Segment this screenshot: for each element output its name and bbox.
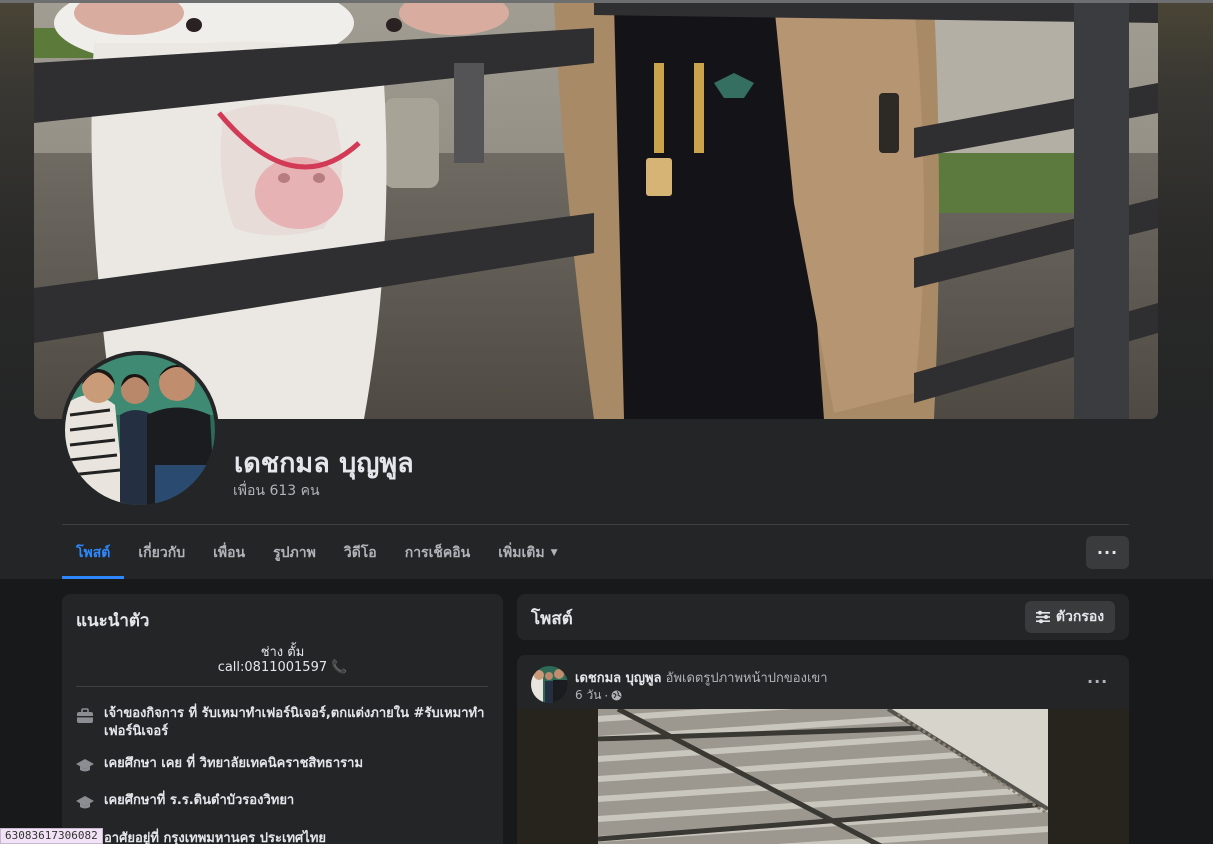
post-timestamp[interactable]: 6 วัน xyxy=(575,686,601,705)
tab-label: การเช็คอิน xyxy=(404,545,471,561)
tab-label: โพสต์ xyxy=(76,545,111,561)
caret-down-icon: ▼ xyxy=(550,548,558,558)
tab-label: วิดีโอ xyxy=(343,545,377,561)
post-meta: 6 วัน · xyxy=(575,686,622,705)
globe-icon xyxy=(611,690,622,701)
tab-photos[interactable]: รูปภาพ xyxy=(259,527,330,579)
meta-separator: · xyxy=(604,688,609,703)
tab-label: รูปภาพ xyxy=(273,545,316,561)
phone-icon: 📞 xyxy=(331,660,348,675)
posts-header: โพสต์ ตัวกรอง xyxy=(517,594,1129,640)
tab-friends[interactable]: เพื่อน xyxy=(199,527,259,579)
intro-divider xyxy=(76,686,488,687)
profile-name: เดชกมล บุญพูล xyxy=(234,448,414,479)
tab-label: เพื่อน xyxy=(213,545,246,561)
bio-phone-text: call:0811001597 xyxy=(217,660,328,675)
cover-photo[interactable] xyxy=(34,3,1158,419)
intro-item-education-2: เคยศึกษาที่ ร.ร.ดินดำบัวรองวิทยา xyxy=(76,792,496,812)
post-card: เดชกมล บุญพูล อัพเดตรูปภาพหน้าปกของเขา 6… xyxy=(517,655,1129,844)
post-author-name[interactable]: เดชกมล บุญพูล xyxy=(575,671,662,686)
intro-title: แนะนำตัว xyxy=(76,611,150,631)
intro-item-work: เจ้าของกิจการ ที่ รับเหมาทำเฟอร์นิเจอร์,… xyxy=(76,705,496,741)
tab-posts[interactable]: โพสต์ xyxy=(62,527,125,579)
posts-title: โพสต์ xyxy=(531,609,573,629)
tab-checkins[interactable]: การเช็คอิน xyxy=(391,527,485,579)
filter-label: ตัวกรอง xyxy=(1055,609,1105,625)
post-image[interactable] xyxy=(598,709,1048,844)
graduation-cap-icon xyxy=(76,796,94,809)
post-image-container xyxy=(517,709,1129,844)
bio-line-1: ช่าง ตั้ม xyxy=(260,645,305,660)
header-divider xyxy=(62,524,1129,525)
post-author-avatar[interactable] xyxy=(531,666,568,703)
status-url-tooltip: 63083617306082 xyxy=(0,828,103,844)
intro-education-text[interactable]: เคยศึกษาที่ ร.ร.ดินดำบัวรองวิทยา xyxy=(104,792,294,810)
profile-more-button[interactable]: ··· xyxy=(1086,536,1129,569)
friends-count[interactable]: เพื่อน 613 คน xyxy=(233,480,320,502)
intro-education-text[interactable]: เคยศึกษา เคย ที่ วิทยาลัยเทคนิคราชสิทธาร… xyxy=(104,755,363,773)
graduation-cap-icon xyxy=(76,759,94,772)
profile-avatar[interactable] xyxy=(61,351,219,509)
tab-label: เพิ่มเติม xyxy=(498,545,545,561)
sliders-icon xyxy=(1035,610,1050,624)
tab-about[interactable]: เกี่ยวกับ xyxy=(124,527,199,579)
intro-work-text[interactable]: เจ้าของกิจการ ที่ รับเหมาทำเฟอร์นิเจอร์,… xyxy=(104,705,496,741)
intro-item-education-1: เคยศึกษา เคย ที่ วิทยาลัยเทคนิคราชสิทธาร… xyxy=(76,755,496,775)
intro-location-text[interactable]: อาศัยอยู่ที่ กรุงเทพมหานคร ประเทศไทย xyxy=(104,830,326,844)
tab-videos[interactable]: วิดีโอ xyxy=(330,527,391,579)
post-options-button[interactable]: ··· xyxy=(1087,672,1108,691)
post-author-line: เดชกมล บุญพูล อัพเดตรูปภาพหน้าปกของเขา xyxy=(575,667,828,688)
profile-tabs: โพสต์ เกี่ยวกับ เพื่อน รูปภาพ วิดีโอ การ… xyxy=(62,527,572,579)
tab-label: เกี่ยวกับ xyxy=(138,545,186,561)
filter-button[interactable]: ตัวกรอง xyxy=(1025,601,1115,633)
tab-more[interactable]: เพิ่มเติม ▼ xyxy=(484,527,571,579)
intro-item-location: อาศัยอยู่ที่ กรุงเทพมหานคร ประเทศไทย xyxy=(76,830,496,844)
bio-line-2: call:0811001597 📞 xyxy=(62,660,503,675)
briefcase-icon xyxy=(77,708,93,723)
intro-card: แนะนำตัว ช่าง ตั้ม call:0811001597 📞 เจ้า… xyxy=(62,594,503,844)
post-action-text: อัพเดตรูปภาพหน้าปกของเขา xyxy=(665,671,828,686)
